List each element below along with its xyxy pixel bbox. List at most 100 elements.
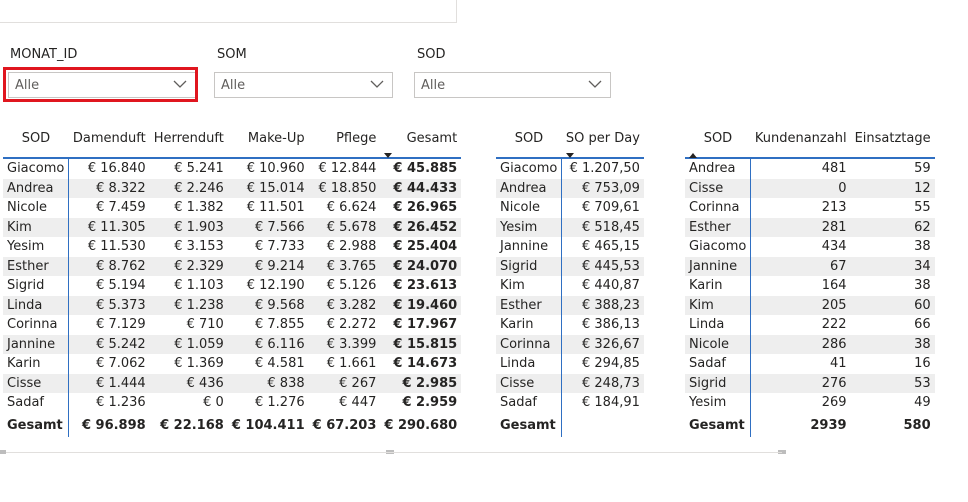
cell-value: € 7.129 [96,317,146,333]
cell-value: € 18.850 [308,178,381,198]
column-header[interactable]: Damenduft [68,128,150,159]
cell-value: € 326,67 [561,334,644,354]
cell-value: € 1.369 [174,356,224,372]
table-row[interactable]: Esther € 8.762 € 2.329 € 9.214 € 3.765 € 24.0… [3,256,462,276]
table-row[interactable]: Karin € 386,13 [496,315,644,335]
table-row[interactable]: Sigrid 276 53 [685,373,935,393]
column-header[interactable]: Gesamt [380,128,462,159]
table-row[interactable]: Kim € 11.305 € 1.903 € 7.566 € 5.678 € 26.452 [3,217,462,237]
table-row[interactable]: Jannine 67 34 [685,256,935,276]
row-label: Giacomo [685,237,752,257]
table-row[interactable]: Yesim € 518,45 [496,217,644,237]
cell-value: € 6.624 [326,200,377,216]
row-label: Sigrid [496,256,563,276]
column-header[interactable]: SOD [685,128,751,159]
table-row[interactable]: Kim 205 60 [685,295,935,315]
table-row[interactable]: Corinna € 326,67 [496,334,644,354]
total-row: Gesamt € 96.898 € 22.168 € 104.411 € 67.203 €… [3,412,461,437]
cell-value: 276 [750,373,851,393]
table-row[interactable]: Corinna 213 55 [685,198,935,218]
cell-value: € 436 [149,373,228,393]
table-row[interactable]: Nicole € 7.459 € 1.382 € 11.501 € 6.624 € 26.… [3,198,461,218]
highlight-box [3,67,198,102]
table-row[interactable]: Sadaf 41 16 [685,354,935,374]
table-row[interactable]: Cisse 0 12 [685,178,935,198]
table-row[interactable]: Sigrid € 5.194 € 1.103 € 12.190 € 5.126 € 23.… [3,276,461,296]
row-label: Nicole [496,198,563,218]
sod-dropdown[interactable]: Alle [414,72,611,98]
cell-value: € 1.444 [68,373,150,393]
table-row[interactable]: Sigrid € 445,53 [496,256,644,276]
row-label: Karin [685,276,752,296]
row-label: Esther [685,217,752,237]
table-row[interactable]: Jannine € 5.242 € 1.059 € 6.116 € 3.399 € 15.… [3,334,462,354]
column-header[interactable]: Einsatztage [850,128,935,159]
cell-value: € 2.246 [149,178,228,198]
som-dropdown[interactable]: Alle [214,72,393,98]
cell-value: € 710 [186,317,224,333]
table-row[interactable]: Corinna € 7.129 € 710 € 7.855 € 2.272 € 17.96… [3,315,461,335]
row-label: Giacomo [3,158,70,179]
cell-value: € 518,45 [561,217,644,237]
column-header[interactable]: Kundenanzahl [750,128,851,159]
cell-value: € 7.566 [227,217,309,237]
table-row[interactable]: Karin € 7.062 € 1.369 € 4.581 € 1.661 € 14.67… [3,354,461,374]
row-label: Corinna [3,315,70,335]
table-row[interactable]: Linda € 5.373 € 1.238 € 9.568 € 3.282 € 19.46… [3,295,462,315]
table-row[interactable]: Linda 222 66 [685,315,935,335]
cell-value: € 26.452 [380,217,462,237]
cell-value: 481 [821,161,847,177]
cell-value: 66 [914,317,931,333]
row-label: Nicole [3,198,70,218]
table-row[interactable]: Nicole € 709,61 [496,198,644,218]
table-row[interactable]: Andrea € 8.322 € 2.246 € 15.014 € 18.850 € 44… [3,178,462,198]
cell-value: 286 [750,334,851,354]
table-row[interactable]: Jannine € 465,15 [496,237,644,257]
sort-descending-icon [565,153,574,158]
table-row[interactable]: Yesim 269 49 [685,393,935,413]
table-row[interactable]: Andrea € 753,09 [496,178,644,198]
row-label: Jannine [685,256,752,276]
table-row[interactable]: Cisse € 1.444 € 436 € 838 € 267 € 2.985 [3,373,462,393]
row-label: Karin [496,315,563,335]
cell-value: € 2.329 [149,256,228,276]
cell-value: € 1.103 [174,278,224,294]
cell-value: 59 [914,161,931,177]
cell-value: 269 [821,395,847,411]
cell-value: € 2.988 [326,239,377,255]
row-label: Sigrid [3,276,70,296]
cell-value: 213 [821,200,847,216]
table-row[interactable]: Karin 164 38 [685,276,935,296]
column-header[interactable]: SOD [3,128,69,159]
total-value: € 96.898 [81,418,146,433]
cell-value: € 5.242 [68,334,150,354]
table-row[interactable]: Linda € 294,85 [496,354,644,374]
table-row[interactable]: Cisse € 248,73 [496,373,644,393]
table-row[interactable]: Giacomo € 1.207,50 [496,158,644,179]
cell-value: 16 [914,356,931,372]
cell-value: € 7.855 [255,317,305,333]
column-header[interactable]: SOD [496,128,562,159]
table-row[interactable]: Giacomo € 16.840 € 5.241 € 10.960 € 12.844 € … [3,158,461,179]
table-row[interactable]: Esther 281 62 [685,217,935,237]
total-label: Gesamt [496,412,563,437]
row-label: Giacomo [496,158,563,179]
column-header[interactable]: Make-Up [227,128,309,159]
column-header[interactable]: SO per Day [561,128,644,159]
column-header[interactable]: Herrenduft [149,128,228,159]
table-row[interactable]: Nicole 286 38 [685,334,935,354]
cell-value: € 3.399 [308,334,381,354]
table-row[interactable]: Esther € 388,23 [496,295,644,315]
table-row[interactable]: Sadaf € 1.236 € 0 € 1.276 € 447 € 2.959 [3,393,461,413]
cell-value: 281 [750,217,851,237]
cell-value: € 1.661 [326,356,377,372]
table-row[interactable]: Giacomo 434 38 [685,237,935,257]
row-label: Cisse [685,178,752,198]
column-header[interactable]: Pflege [308,128,381,159]
table-row[interactable]: Sadaf € 184,91 [496,393,644,413]
total-value [562,413,644,437]
table-row[interactable]: Andrea 481 59 [685,158,935,179]
table-row[interactable]: Yesim € 11.530 € 3.153 € 7.733 € 2.988 € 25.4… [3,237,461,257]
table-row[interactable]: Kim € 440,87 [496,276,644,296]
cell-value: € 465,15 [582,239,640,255]
